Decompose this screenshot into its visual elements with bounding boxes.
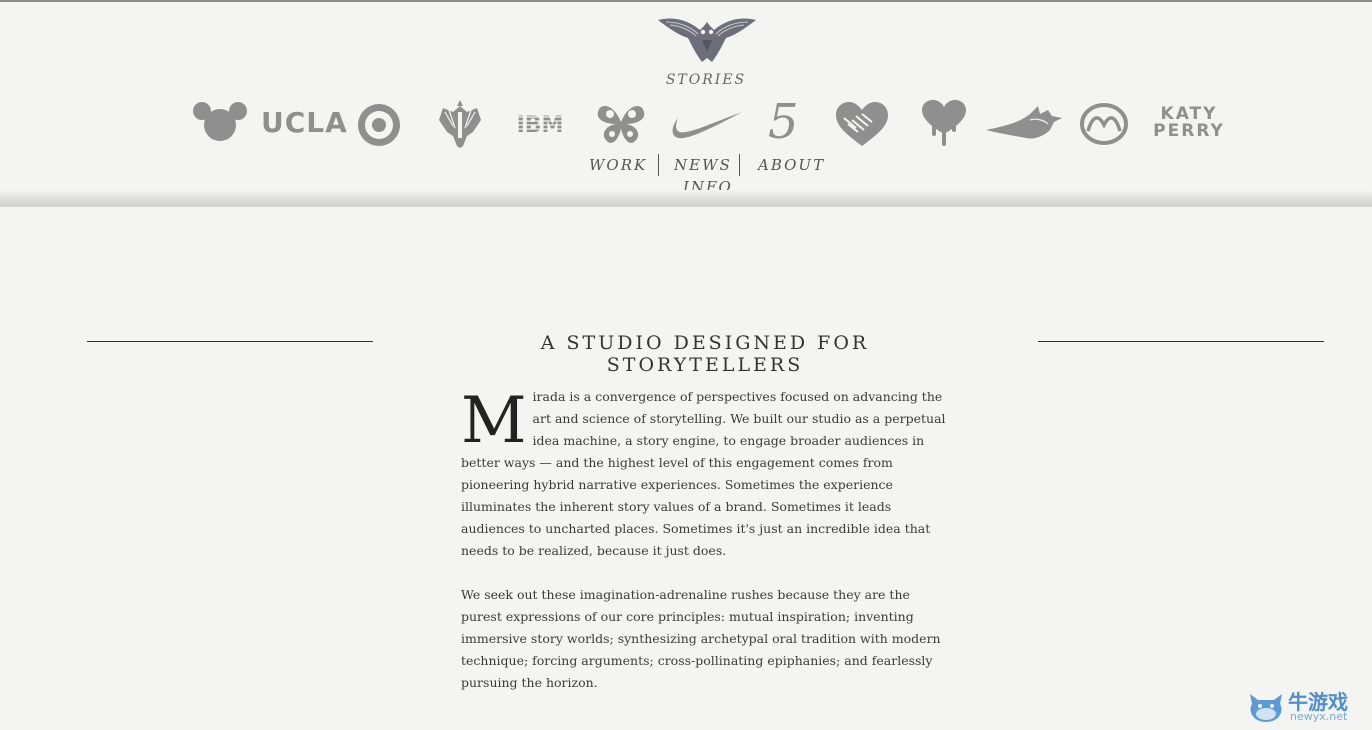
nike-swoosh-icon[interactable]	[668, 110, 742, 142]
drop-cap: M	[461, 384, 527, 458]
ibm-logo[interactable]: IBM	[514, 112, 566, 136]
five-logo[interactable]: 5	[768, 94, 799, 150]
mazda-logo-icon[interactable]	[1080, 103, 1128, 145]
right-rule	[1038, 341, 1324, 342]
paragraph-1-text: irada is a convergence of perspectives f…	[461, 389, 946, 558]
nav-news[interactable]: NEWS	[674, 156, 732, 174]
heart-handshake-icon[interactable]	[836, 102, 888, 148]
page-headline: A STUDIO DESIGNED FOR STORYTELLERS	[540, 332, 870, 376]
nav-divider	[658, 154, 659, 176]
pacific-rim-logo-icon[interactable]	[437, 98, 483, 150]
cow-watermark-icon	[1250, 694, 1282, 722]
owl-logo-icon[interactable]	[656, 12, 758, 64]
ucla-logo[interactable]: UCLA	[261, 106, 348, 139]
intro-paragraph-2: We seek out these imagination-adrenaline…	[461, 587, 941, 690]
left-rule	[87, 341, 373, 342]
mickey-logo-icon[interactable]	[192, 100, 248, 144]
site-header: STORIES UCLA IBM 5	[0, 2, 1372, 198]
watermark-url: newyx.net	[1290, 710, 1348, 723]
intro-paragraph-1: Mirada is a convergence of perspectives …	[461, 386, 951, 562]
butterfly-logo-icon[interactable]	[596, 100, 646, 146]
nav-divider	[739, 154, 740, 176]
header-shadow	[0, 190, 1372, 207]
katy-perry-logo[interactable]: KATY PERRY	[1152, 106, 1226, 140]
dripping-heart-icon[interactable]	[922, 100, 966, 148]
target-logo-icon[interactable]	[356, 102, 402, 148]
intro-copy: Mirada is a convergence of perspectives …	[461, 386, 951, 716]
nav-about[interactable]: ABOUT	[758, 156, 825, 174]
dragon-logo-icon[interactable]	[986, 106, 1062, 142]
stories-link[interactable]: STORIES	[640, 72, 772, 88]
nav-work[interactable]: WORK	[589, 156, 647, 174]
